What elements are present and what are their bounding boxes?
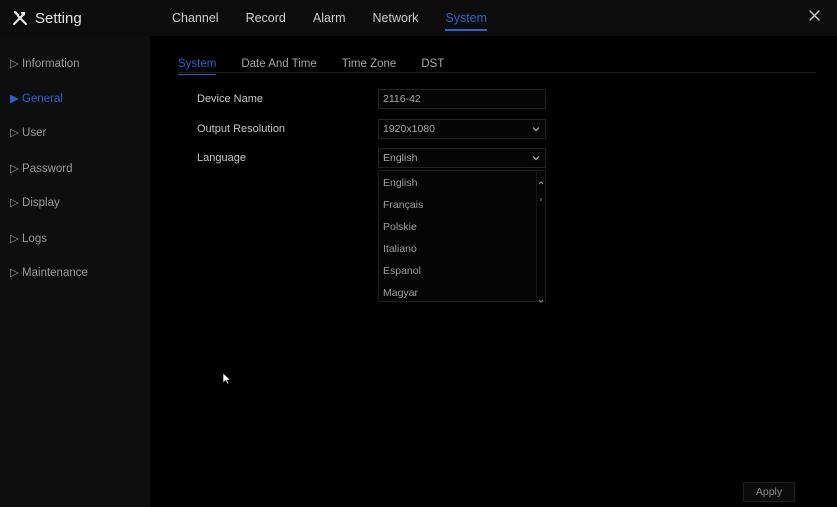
tab-system[interactable]: System	[445, 0, 487, 36]
scrollbar-thumb[interactable]	[540, 198, 542, 201]
device-name-value: 2116-42	[383, 93, 421, 105]
language-option-francais[interactable]: Français	[383, 199, 423, 211]
close-button[interactable]	[805, 8, 823, 26]
sidebar-item-general[interactable]: ▶ General	[10, 91, 63, 105]
language-option-italiano[interactable]: Italiano	[383, 243, 417, 255]
tab-channel[interactable]: Channel	[172, 0, 219, 36]
language-dropdown: English Français Polskie Italiano Espano…	[378, 170, 546, 303]
subtab-date-and-time[interactable]: Date And Time	[241, 58, 316, 78]
sidebar-item-logs[interactable]: ▷ Logs	[10, 231, 47, 245]
language-label: Language	[197, 152, 246, 164]
close-icon	[808, 8, 820, 26]
sidebar-item-information[interactable]: ▷ Information	[10, 56, 80, 70]
mouse-pointer-icon	[222, 372, 232, 385]
subtab-system[interactable]: System	[178, 58, 217, 78]
language-select[interactable]: English	[378, 148, 546, 168]
content-panel: System Date And Time Time Zone DST Devic…	[150, 36, 837, 507]
sidebar: ▷ Information ▶ General ▷ User ▷ Passwor…	[0, 36, 150, 507]
chevron-down-icon	[532, 153, 540, 161]
tools-icon	[12, 10, 28, 26]
device-name-label: Device Name	[197, 93, 264, 105]
language-option-english[interactable]: English	[383, 177, 417, 189]
sidebar-item-password[interactable]: ▷ Password	[10, 161, 73, 175]
language-option-espanol[interactable]: Espanol	[383, 265, 421, 277]
dropdown-scrollbar[interactable]	[536, 172, 545, 303]
device-name-field[interactable]: 2116-42	[378, 89, 546, 109]
tab-network[interactable]: Network	[373, 0, 419, 36]
main-tabs: Channel Record Alarm Network System	[172, 0, 514, 36]
output-resolution-label: Output Resolution	[197, 123, 286, 135]
subtab-dst[interactable]: DST	[421, 58, 444, 78]
chevron-up-icon[interactable]	[537, 174, 545, 185]
sidebar-item-display[interactable]: ▷ Display	[10, 195, 60, 209]
sub-tabs: System Date And Time Time Zone DST	[178, 58, 469, 78]
subtab-divider	[178, 72, 816, 73]
subtab-time-zone[interactable]: Time Zone	[342, 58, 397, 78]
apply-button[interactable]: Apply	[743, 482, 795, 502]
language-value: English	[383, 152, 418, 164]
sidebar-item-maintenance[interactable]: ▷ Maintenance	[10, 265, 88, 279]
top-bar: Setting Channel Record Alarm Network Sys…	[0, 0, 837, 36]
language-option-magyar[interactable]: Magyar	[383, 287, 418, 299]
chevron-down-icon[interactable]	[537, 292, 545, 303]
chevron-down-icon	[532, 124, 540, 132]
app-title: Setting	[12, 7, 82, 29]
output-resolution-value: 1920x1080	[383, 123, 435, 135]
app-title-label: Setting	[35, 9, 82, 27]
language-option-polskie[interactable]: Polskie	[383, 221, 417, 233]
tab-record[interactable]: Record	[246, 0, 286, 36]
sidebar-item-user[interactable]: ▷ User	[10, 125, 46, 139]
output-resolution-select[interactable]: 1920x1080	[378, 119, 546, 139]
tab-alarm[interactable]: Alarm	[313, 0, 346, 36]
